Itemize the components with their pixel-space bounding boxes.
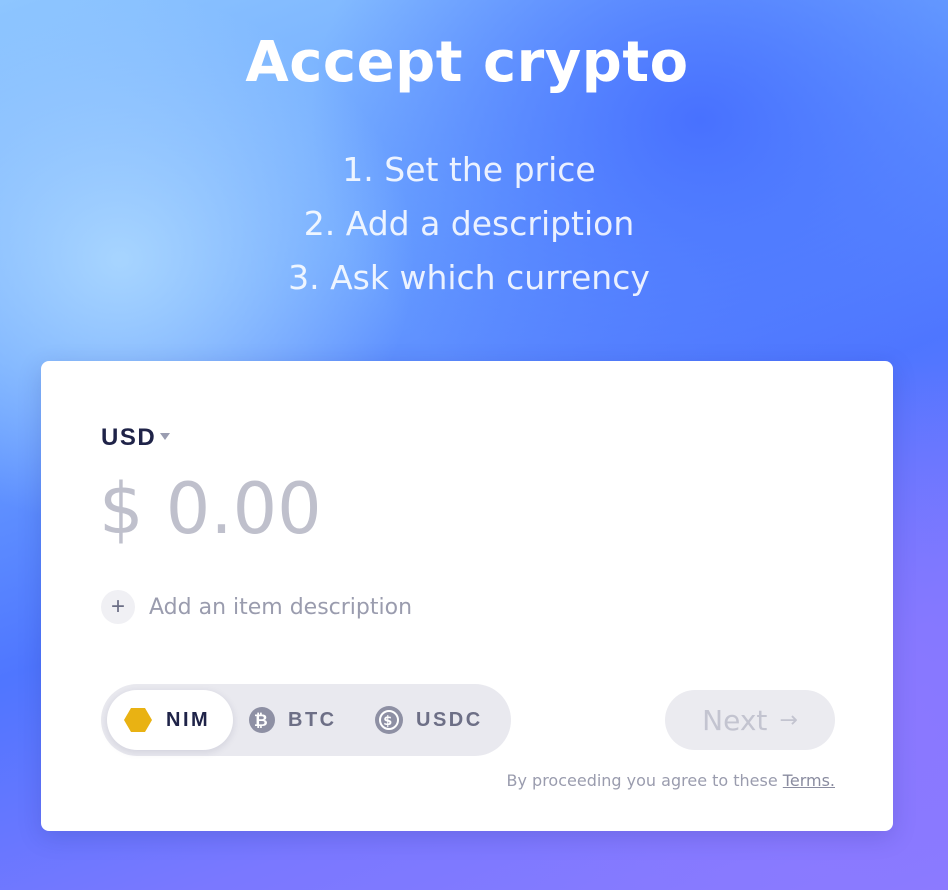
add-description-label: Add an item description: [149, 594, 413, 620]
usdc-icon: $: [375, 706, 403, 734]
coin-option-nim[interactable]: NIM: [107, 690, 233, 750]
caret-down-icon: [160, 432, 171, 440]
next-label: Next: [702, 703, 768, 737]
coin-label-btc: BTC: [288, 708, 337, 731]
svg-text:₿: ₿: [254, 711, 270, 731]
terms-prefix: By proceeding you agree to these: [506, 771, 778, 790]
coin-label-usdc: USDC: [416, 708, 483, 731]
next-button[interactable]: Next →: [665, 690, 835, 750]
step-1: 1. Set the price: [342, 150, 596, 189]
currency-label: USD: [101, 424, 157, 451]
coin-option-btc[interactable]: ₿ BTC: [249, 690, 359, 750]
page-title: Accept crypto: [245, 30, 689, 95]
add-description-button[interactable]: + Add an item description: [101, 590, 412, 624]
coin-option-usdc[interactable]: $ USDC: [375, 690, 501, 750]
bitcoin-icon: ₿: [249, 707, 275, 733]
currency-select[interactable]: USD: [101, 424, 171, 452]
svg-text:$: $: [383, 714, 395, 729]
coin-label-nim: NIM: [166, 708, 211, 731]
nim-hexagon-icon: [123, 707, 153, 733]
payment-card: USD $ 0.00 + Add an item description NIM…: [41, 361, 893, 831]
terms-notice: By proceeding you agree to these Terms.: [507, 771, 836, 790]
amount-input[interactable]: $ 0.00: [99, 468, 322, 550]
arrow-right-icon: →: [779, 707, 798, 733]
currency-toggle: NIM ₿ BTC $ USDC: [101, 684, 511, 756]
plus-icon: +: [101, 590, 135, 624]
step-3: 3. Ask which currency: [288, 258, 650, 297]
steps-list: 1. Set the price 2. Add a description 3.…: [0, 143, 938, 305]
terms-link[interactable]: Terms.: [783, 771, 835, 790]
step-2: 2. Add a description: [303, 204, 635, 243]
